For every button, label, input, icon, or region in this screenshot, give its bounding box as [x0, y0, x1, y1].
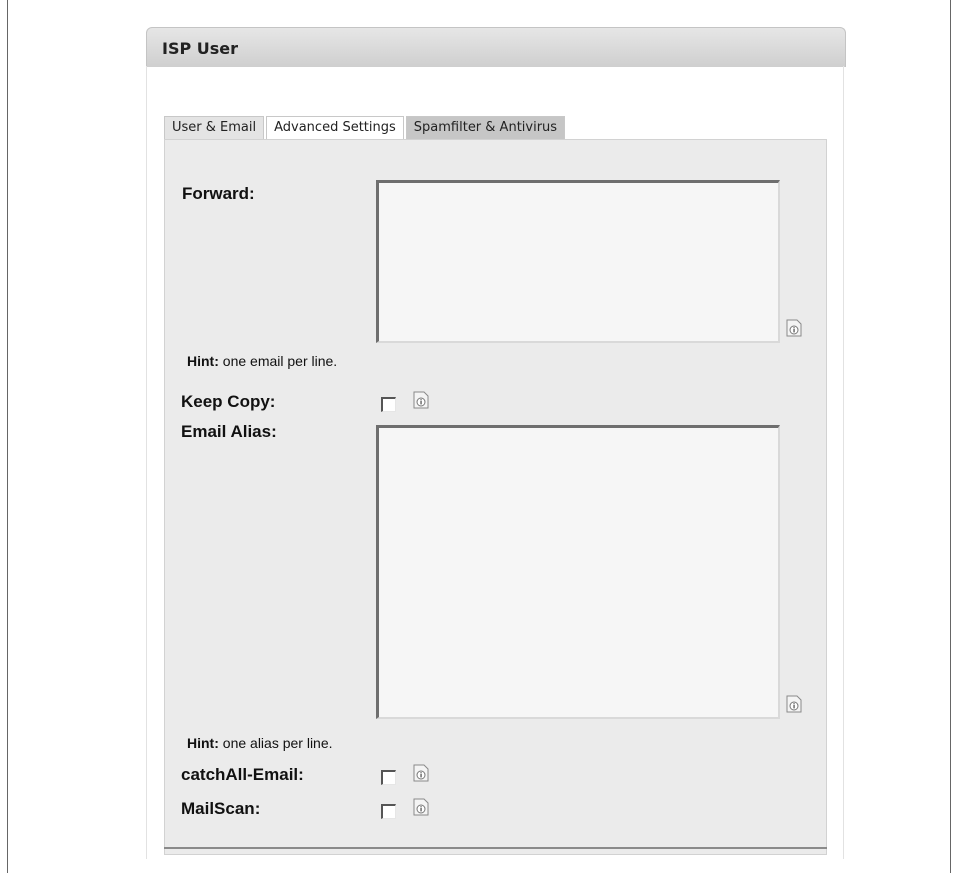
tab-content: Forward: Hint: one email per line. Keep … — [164, 139, 827, 855]
tab-advanced-settings[interactable]: Advanced Settings — [266, 116, 404, 140]
panel-header: ISP User — [146, 27, 846, 67]
catchall-email-info-icon[interactable] — [413, 764, 429, 782]
keep-copy-checkbox[interactable] — [381, 397, 396, 412]
panel-title: ISP User — [162, 39, 239, 58]
email-alias-hint-bold: Hint: — [187, 735, 219, 751]
tab-spamfilter-antivirus[interactable]: Spamfilter & Antivirus — [405, 116, 566, 140]
mailscan-info-icon[interactable] — [413, 798, 429, 816]
catchall-email-checkbox[interactable] — [381, 770, 396, 785]
email-alias-label: Email Alias: — [181, 422, 277, 441]
email-alias-hint-text: one alias per line. — [218, 735, 333, 751]
forward-label: Forward: — [182, 184, 255, 203]
content-bottom-divider — [164, 847, 827, 849]
catchall-email-label: catchAll-Email: — [181, 765, 304, 784]
mailscan-checkbox[interactable] — [381, 804, 396, 819]
keep-copy-label: Keep Copy: — [181, 392, 276, 411]
page-frame: ISP User User & Email Advanced Settings … — [7, 0, 951, 873]
isp-user-panel: ISP User User & Email Advanced Settings … — [146, 27, 846, 859]
tab-bar: User & Email Advanced Settings Spamfilte… — [164, 116, 567, 140]
forward-hint-bold: Hint: — [187, 353, 219, 369]
mailscan-label: MailScan: — [181, 799, 261, 818]
forward-textarea[interactable] — [376, 180, 780, 343]
email-alias-info-icon[interactable] — [786, 695, 802, 713]
tab-user-email[interactable]: User & Email — [164, 116, 265, 140]
forward-info-icon[interactable] — [786, 319, 802, 337]
email-alias-textarea[interactable] — [376, 425, 780, 719]
forward-hint: Hint: one email per line. — [187, 353, 337, 369]
email-alias-hint: Hint: one alias per line. — [187, 735, 333, 751]
keep-copy-info-icon[interactable] — [413, 391, 429, 409]
forward-hint-text: one email per line. — [218, 353, 338, 369]
